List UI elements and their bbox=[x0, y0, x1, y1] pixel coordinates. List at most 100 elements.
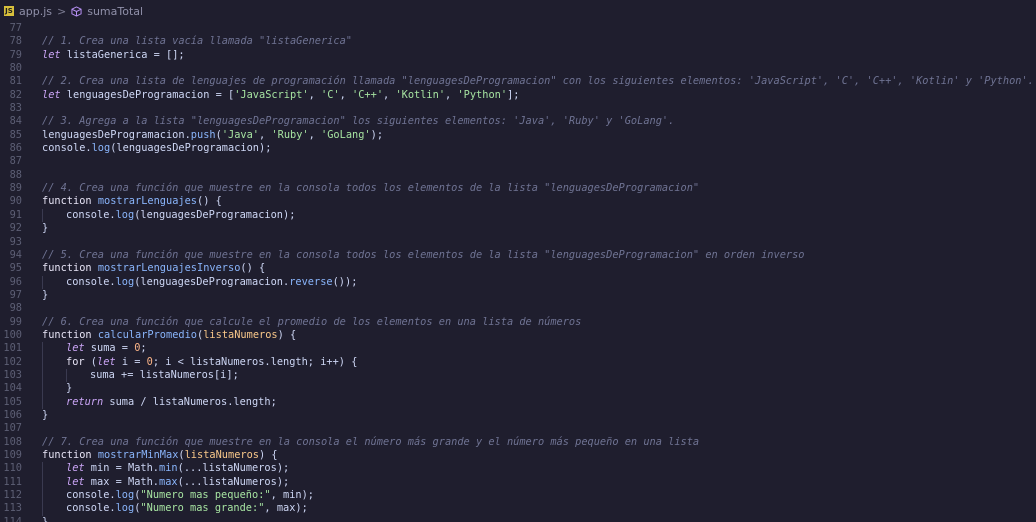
breadcrumb-symbol[interactable]: sumaTotal bbox=[87, 5, 143, 18]
code-line[interactable]: 79 let listaGenerica = []; bbox=[0, 49, 1036, 62]
code-line[interactable]: 96 console.log(lenguagesDeProgramacion.re… bbox=[0, 275, 1036, 289]
code-text[interactable]: console.log(lenguagesDeProgramacion); bbox=[42, 208, 295, 223]
code-line[interactable]: 100 function calcularPromedio(listaNumero… bbox=[0, 329, 1036, 342]
line-number: 77 bbox=[9, 22, 22, 34]
code-line[interactable]: 93 bbox=[0, 236, 1036, 249]
code-text[interactable]: // 7. Crea una función que muestre en la… bbox=[42, 436, 699, 449]
code-text[interactable]: suma += listaNumeros[i]; bbox=[42, 368, 239, 383]
code-text[interactable]: // 4. Crea una función que muestre en la… bbox=[42, 182, 699, 195]
code-line[interactable]: 77 bbox=[0, 22, 1036, 35]
code-token: log bbox=[91, 142, 111, 155]
code-text[interactable]: // 1. Crea una lista vacía llamada "list… bbox=[42, 35, 352, 48]
code-text[interactable]: let lenguagesDeProgramacion = ['JavaScri… bbox=[42, 89, 519, 102]
gutter bbox=[22, 49, 42, 62]
code-line[interactable]: 108 // 7. Crea una función que muestre en… bbox=[0, 436, 1036, 449]
code-token: 'C' bbox=[321, 88, 340, 101]
code-line[interactable]: 114} bbox=[0, 516, 1036, 522]
code-line[interactable]: 105 return suma / listaNumeros.length; bbox=[0, 395, 1036, 409]
line-number: 100 bbox=[3, 328, 22, 341]
code-line[interactable]: 88 bbox=[0, 169, 1036, 182]
code-text[interactable]: let suma = 0; bbox=[42, 342, 147, 356]
code-text[interactable]: function mostrarMinMax(listaNumeros) { bbox=[42, 449, 278, 462]
code-token: , bbox=[339, 88, 353, 101]
line-number: 88 bbox=[9, 168, 22, 181]
code-text[interactable]: function mostrarLenguajesInverso() { bbox=[42, 262, 265, 275]
line-number: 101 bbox=[3, 342, 22, 355]
gutter bbox=[22, 142, 42, 155]
code-line[interactable]: 99 // 6. Crea una función que calcule el … bbox=[0, 316, 1036, 329]
code-text[interactable]: } bbox=[42, 409, 48, 422]
code-line[interactable]: 90 function mostrarLenguajes() { bbox=[0, 195, 1036, 208]
line-number: 98 bbox=[9, 302, 22, 315]
code-token: 0 bbox=[146, 355, 153, 368]
code-text[interactable]: console.log(lenguagesDeProgramacion); bbox=[42, 142, 271, 155]
javascript-file-icon: JS bbox=[4, 6, 14, 16]
code-line[interactable]: 109 function mostrarMinMax(listaNumeros) … bbox=[0, 449, 1036, 462]
code-line[interactable]: 94 // 5. Crea una función que muestre en … bbox=[0, 249, 1036, 262]
code-line[interactable]: 87 bbox=[0, 155, 1036, 168]
code-line[interactable]: 92} bbox=[0, 222, 1036, 235]
gutter bbox=[22, 155, 42, 168]
gutter bbox=[22, 342, 42, 355]
code-token: , bbox=[259, 128, 272, 141]
code-line[interactable]: 84 // 3. Agrega a la lista "lenguagesDePr… bbox=[0, 115, 1036, 128]
indent-guide bbox=[66, 368, 67, 383]
code-line[interactable]: 89 // 4. Crea una función que muestre en … bbox=[0, 182, 1036, 195]
breadcrumb-file[interactable]: app.js bbox=[19, 5, 52, 18]
code-line[interactable]: 110 let min = Math.min(...listaNumeros); bbox=[0, 462, 1036, 476]
code-text[interactable]: // 5. Crea una función que muestre en la… bbox=[42, 249, 805, 262]
code-text[interactable]: } bbox=[42, 222, 48, 235]
code-text[interactable]: lenguagesDeProgramacion.push('Java', 'Ru… bbox=[42, 129, 383, 142]
code-line[interactable]: 102 for (let i = 0; i < listaNumeros.leng… bbox=[0, 355, 1036, 369]
gutter bbox=[22, 449, 42, 462]
code-line[interactable]: 86 console.log(lenguagesDeProgramacion); bbox=[0, 142, 1036, 155]
code-line[interactable]: 106} bbox=[0, 409, 1036, 422]
code-token: return bbox=[66, 395, 104, 408]
code-line[interactable]: 81 // 2. Crea una lista de lenguajes de p… bbox=[0, 75, 1036, 88]
code-line[interactable]: 85 lenguagesDeProgramacion.push('Java', '… bbox=[0, 129, 1036, 142]
code-token: let bbox=[66, 475, 85, 488]
code-line[interactable]: 111 let max = Math.max(...listaNumeros); bbox=[0, 475, 1036, 490]
code-editor[interactable]: JS app.js > sumaTotal 77 78 // 1. Crea una… bbox=[0, 0, 1036, 522]
code-text[interactable]: console.log(lenguagesDeProgramacion.reve… bbox=[42, 275, 357, 289]
line-number: 106 bbox=[3, 408, 22, 421]
code-text[interactable]: } bbox=[42, 516, 48, 522]
code-line[interactable]: 80 bbox=[0, 62, 1036, 75]
code-token: calcularPromedio bbox=[97, 328, 198, 341]
code-text[interactable]: } bbox=[42, 289, 48, 302]
code-line[interactable]: 112 console.log("Numero mas pequeño:", mi… bbox=[0, 489, 1036, 503]
code-line[interactable]: 113 console.log("Numero mas grande:", max… bbox=[0, 502, 1036, 516]
code-text[interactable]: function mostrarLenguajes() { bbox=[42, 195, 222, 208]
indent-guide bbox=[42, 368, 43, 383]
code-text[interactable]: return suma / listaNumeros.length; bbox=[42, 395, 277, 409]
code-text[interactable]: // 2. Crea una lista de lenguajes de pro… bbox=[42, 75, 1034, 88]
indent-guide bbox=[42, 275, 43, 289]
gutter bbox=[22, 316, 42, 329]
code-text[interactable]: console.log("Numero mas grande:", max); bbox=[42, 502, 308, 516]
code-line[interactable]: 103 suma += listaNumeros[i]; bbox=[0, 368, 1036, 383]
code-text[interactable]: function calcularPromedio(listaNumeros) … bbox=[42, 329, 296, 342]
code-line[interactable]: 78 // 1. Crea una lista vacía llamada "li… bbox=[0, 35, 1036, 48]
code-lines[interactable]: 77 78 // 1. Crea una lista vacía llamada "… bbox=[0, 22, 1036, 522]
code-line[interactable]: 83 bbox=[0, 102, 1036, 115]
code-line[interactable]: 82 let lenguagesDeProgramacion = ['JavaSc… bbox=[0, 89, 1036, 102]
indent-guide bbox=[42, 395, 43, 409]
gutter bbox=[22, 369, 42, 382]
code-text[interactable]: let listaGenerica = []; bbox=[42, 49, 185, 62]
code-line[interactable]: 101 let suma = 0; bbox=[0, 342, 1036, 356]
code-text[interactable]: // 3. Agrega a la lista "lenguagesDeProg… bbox=[42, 115, 674, 128]
code-line[interactable]: 107 bbox=[0, 422, 1036, 435]
code-line[interactable]: 97} bbox=[0, 289, 1036, 302]
line-number: 91 bbox=[9, 208, 22, 221]
code-line[interactable]: 98 bbox=[0, 302, 1036, 315]
code-text[interactable]: } bbox=[42, 382, 72, 396]
code-line[interactable]: 104} bbox=[0, 382, 1036, 396]
code-line[interactable]: 91 console.log(lenguagesDeProgramacion); bbox=[0, 208, 1036, 223]
code-text[interactable]: let max = Math.max(...listaNumeros); bbox=[42, 475, 289, 490]
line-number: 85 bbox=[9, 128, 22, 141]
code-line[interactable]: 95 function mostrarLenguajesInverso() { bbox=[0, 262, 1036, 275]
code-text[interactable]: // 6. Crea una función que calcule el pr… bbox=[42, 316, 581, 329]
code-text[interactable]: console.log("Numero mas pequeño:", min); bbox=[42, 489, 314, 503]
code-text[interactable]: let min = Math.min(...listaNumeros); bbox=[42, 462, 289, 476]
code-text[interactable]: for (let i = 0; i < listaNumeros.length;… bbox=[42, 355, 357, 369]
